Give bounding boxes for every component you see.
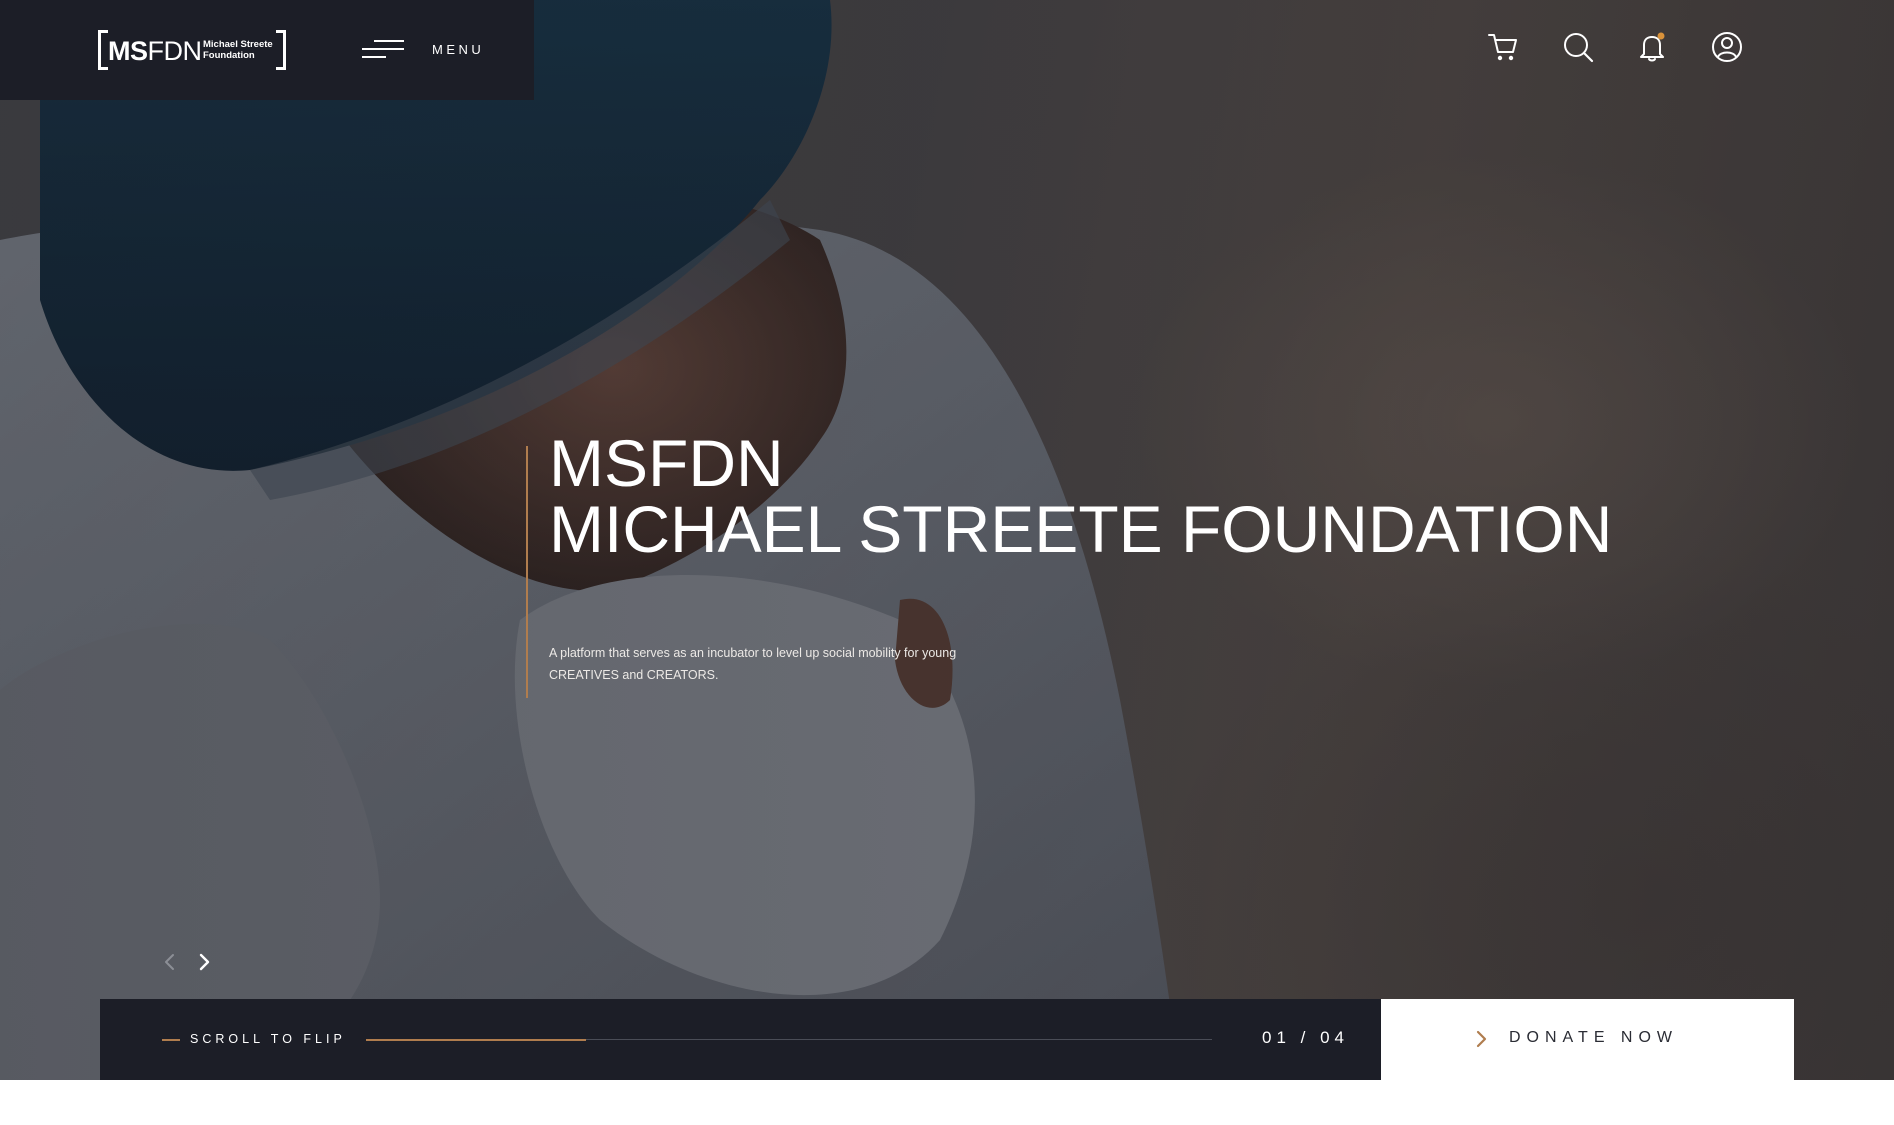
chevron-right-icon	[199, 953, 210, 971]
scroll-to-flip-label: SCROLL TO FLIP	[190, 1032, 346, 1046]
hero-title-line1: MSFDN	[549, 426, 784, 500]
user-icon	[1712, 32, 1742, 62]
bell-icon	[1640, 32, 1665, 62]
search-icon	[1564, 33, 1594, 63]
logo-mark: MSFDN	[108, 36, 202, 66]
hero-subtitle: A platform that serves as an incubator t…	[549, 646, 957, 682]
cart-button[interactable]	[1486, 30, 1520, 64]
chevron-left-icon	[165, 954, 174, 970]
slide-progress-fill	[366, 1038, 586, 1041]
chevron-right-icon	[1471, 1029, 1491, 1049]
hero-title-line2: MICHAEL STREETE FOUNDATION	[549, 492, 1613, 566]
scroll-accent-dash	[162, 1039, 180, 1041]
account-button[interactable]	[1710, 30, 1744, 64]
menu-label: MENU	[432, 42, 485, 57]
next-slide-button[interactable]	[192, 950, 216, 974]
search-button[interactable]	[1561, 30, 1595, 64]
hero-content: MSFDN MICHAEL STREETE FOUNDATION A platf…	[526, 430, 1726, 698]
hamburger-icon	[362, 40, 404, 60]
slider-control-bar: SCROLL TO FLIP 01 / 04	[100, 999, 1381, 1080]
logo[interactable]: MSFDN Michael Streete Foundation	[98, 30, 288, 70]
prev-slide-button[interactable]	[158, 950, 182, 974]
notifications-button[interactable]	[1635, 30, 1669, 64]
donate-now-button[interactable]: DONATE NOW	[1381, 999, 1794, 1080]
logo-subtitle: Michael Streete Foundation	[203, 39, 273, 61]
hero-title: MSFDN MICHAEL STREETE FOUNDATION	[549, 430, 1612, 562]
slider-arrows	[158, 950, 218, 974]
cart-icon	[1488, 34, 1517, 61]
header-brand-panel: MSFDN Michael Streete Foundation MENU	[0, 0, 534, 100]
slide-counter: 01 / 04	[1262, 1028, 1349, 1047]
slide-progress-track[interactable]	[366, 1038, 1212, 1041]
hero-accent-line	[526, 446, 528, 698]
notification-dot	[1657, 32, 1665, 40]
menu-button[interactable]: MENU	[362, 36, 492, 64]
donate-label: DONATE NOW	[1509, 1029, 1679, 1046]
